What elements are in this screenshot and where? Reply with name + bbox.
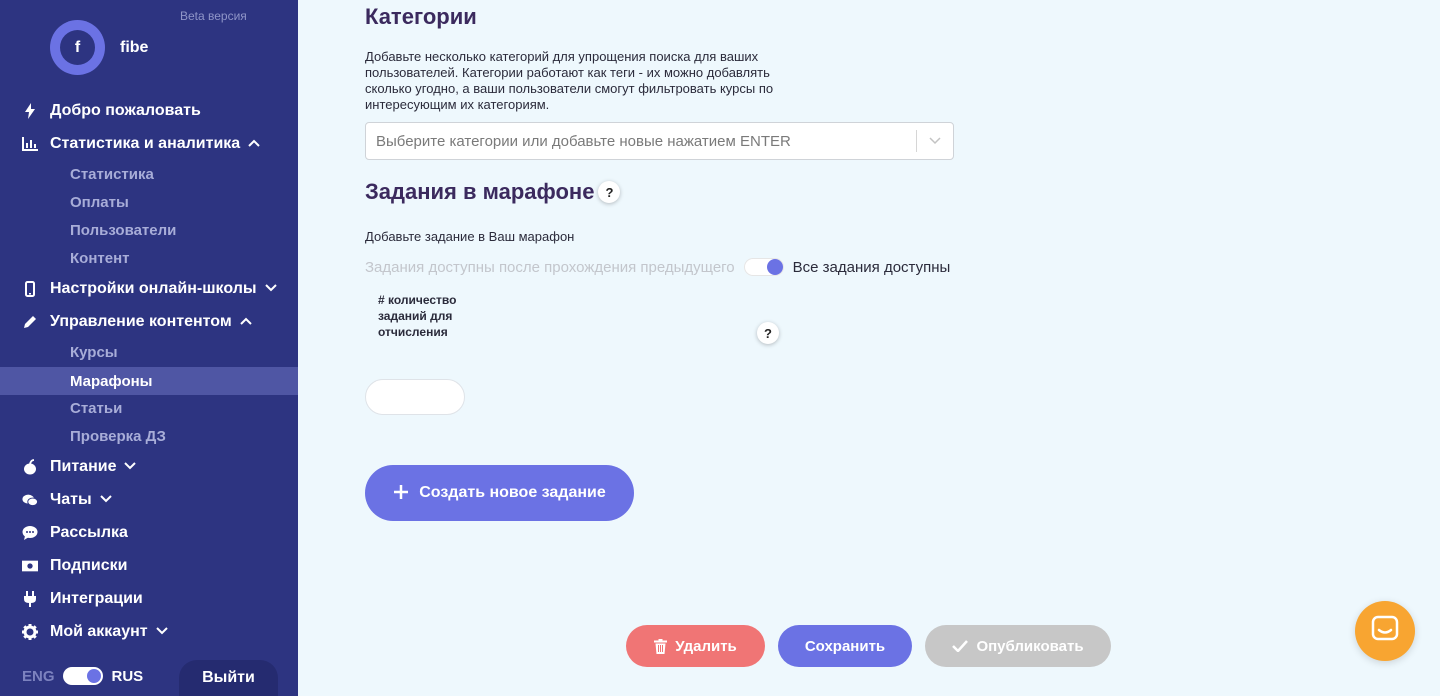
sidebar-item-nutrition[interactable]: Питание [0, 453, 298, 481]
trash-icon [654, 638, 668, 654]
chevron-up-icon [248, 138, 260, 150]
publish-label: Опубликовать [976, 637, 1084, 655]
sidebar-item-label: Рассылка [50, 524, 128, 541]
sidebar-item-label: Подписки [50, 557, 128, 574]
delete-label: Удалить [675, 637, 737, 655]
support-chat-button[interactable] [1355, 601, 1415, 661]
sidebar-item-welcome[interactable]: Добро пожаловать [0, 97, 298, 125]
categories-placeholder: Выберите категории или добавьте новые на… [376, 132, 791, 150]
sidebar-item-subscriptions[interactable]: Подписки [0, 552, 298, 580]
sidebar-item-label: Управление контентом [50, 313, 232, 330]
chevron-down-icon [264, 283, 277, 295]
sidebar-sub-content[interactable]: Контент [0, 245, 298, 271]
language-switcher: ENG RUS [22, 667, 143, 685]
gear-icon [22, 624, 38, 640]
chat-icon [22, 492, 38, 508]
availability-toggle[interactable] [743, 258, 784, 276]
sidebar-sub-marathons[interactable]: Марафоны [0, 367, 298, 395]
sidebar: Beta версия f fibe Добро пожаловать Стат… [0, 0, 298, 696]
create-task-label: Создать новое задание [419, 484, 606, 501]
categories-select[interactable]: Выберите категории или добавьте новые на… [365, 122, 954, 160]
sidebar-item-my-account[interactable]: Мой аккаунт [0, 618, 298, 646]
sidebar-item-mailing[interactable]: Рассылка [0, 519, 298, 547]
delete-button[interactable]: Удалить [626, 625, 765, 667]
apple-icon [22, 459, 38, 475]
checkmark-icon [952, 640, 969, 652]
sidebar-item-analytics[interactable]: Статистика и аналитика [0, 130, 298, 158]
bolt-icon [22, 103, 38, 119]
tasks-title-row: Задания в марафоне ? [365, 179, 621, 205]
sidebar-item-content-management[interactable]: Управление контентом [0, 308, 298, 336]
school-name[interactable]: fibe [120, 39, 148, 57]
logout-button[interactable]: Выйти [179, 660, 278, 696]
categories-description: Добавьте несколько категорий для упрощен… [365, 49, 774, 112]
chevron-down-icon [124, 461, 137, 473]
money-icon [22, 558, 38, 574]
sidebar-sub-articles[interactable]: Статьи [0, 395, 298, 421]
all-available-option-label[interactable]: Все задания доступны [793, 259, 951, 276]
chevron-up-icon [239, 316, 252, 328]
tasks-title: Задания в марафоне [365, 179, 595, 204]
categories-title: Категории [365, 4, 477, 29]
chevron-down-icon [155, 626, 168, 638]
sidebar-sub-courses[interactable]: Курсы [0, 339, 298, 365]
sidebar-item-school-settings[interactable]: Настройки онлайн-школы [0, 275, 298, 303]
language-toggle[interactable] [62, 667, 103, 685]
sidebar-item-chats[interactable]: Чаты [0, 486, 298, 514]
sidebar-item-label: Интеграции [50, 590, 143, 607]
dropout-count-input[interactable] [365, 379, 465, 415]
chart-icon [22, 136, 38, 152]
lang-eng-label[interactable]: ENG [22, 668, 55, 685]
sequential-option-label[interactable]: Задания доступны после прохождения преды… [365, 259, 735, 276]
availability-toggle-row: Задания доступны после прохождения преды… [365, 258, 950, 276]
pencil-icon [22, 314, 38, 330]
sidebar-sub-homework-review[interactable]: Проверка ДЗ [0, 423, 298, 449]
sidebar-item-integrations[interactable]: Интеграции [0, 585, 298, 613]
message-icon [22, 525, 38, 541]
sidebar-item-label: Чаты [50, 491, 92, 508]
main-content: Категории Добавьте несколько категорий д… [298, 0, 1440, 696]
help-icon[interactable]: ? [598, 181, 621, 203]
sidebar-item-label: Мой аккаунт [50, 623, 148, 640]
school-avatar[interactable]: f [50, 20, 105, 75]
create-task-button[interactable]: Создать новое задание [365, 465, 634, 521]
sidebar-sub-statistics[interactable]: Статистика [0, 161, 298, 187]
lang-rus-label[interactable]: RUS [112, 668, 144, 685]
sidebar-sub-payments[interactable]: Оплаты [0, 189, 298, 215]
sidebar-item-label: Настройки онлайн-школы [50, 280, 257, 297]
plug-icon [22, 591, 38, 607]
sidebar-item-label: Добро пожаловать [50, 102, 201, 119]
dropout-help: ? [757, 322, 779, 344]
help-icon[interactable]: ? [757, 322, 779, 344]
dropout-count-label: # количество заданий для отчисления [378, 293, 457, 339]
chat-bubble-icon [1371, 615, 1399, 648]
sidebar-item-label: Статистика и аналитика [50, 135, 241, 152]
chevron-down-icon [99, 494, 112, 506]
avatar-letter: f [60, 30, 95, 65]
save-button[interactable]: Сохранить [778, 625, 912, 667]
sidebar-item-label: Питание [50, 458, 117, 475]
publish-button[interactable]: Опубликовать [925, 625, 1111, 667]
beta-label: Beta версия [180, 9, 247, 23]
sidebar-sub-users[interactable]: Пользователи [0, 217, 298, 243]
phone-icon [22, 281, 38, 297]
plus-icon [393, 480, 409, 506]
tasks-description: Добавьте задание в Ваш марафон [365, 229, 575, 244]
chevron-down-icon[interactable] [917, 137, 953, 145]
